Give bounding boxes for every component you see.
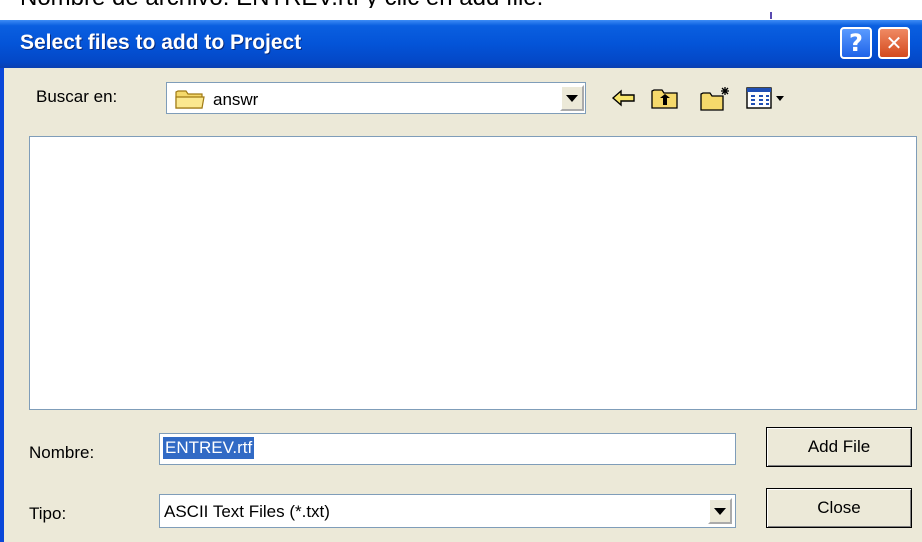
new-folder-icon[interactable] <box>699 86 731 112</box>
look-in-label: Buscar en: <box>36 87 118 106</box>
file-type-combobox[interactable]: ASCII Text Files (*.txt) <box>159 494 736 528</box>
look-in-combobox[interactable]: answr <box>166 82 586 114</box>
file-type-value: ASCII Text Files (*.txt) <box>164 502 330 521</box>
close-icon: ✕ <box>885 31 903 55</box>
folder-icon <box>175 90 205 109</box>
file-name-input[interactable]: ENTREV.rtf <box>159 433 736 465</box>
dialog-title: Select files to add to Project <box>20 31 302 54</box>
file-name-value: ENTREV.rtf <box>163 437 255 459</box>
close-window-button[interactable]: ✕ <box>878 27 910 59</box>
chevron-down-icon <box>714 507 726 515</box>
background-caption-text: Nombre de archivo: ENTREV.rtf y clic en … <box>20 0 780 8</box>
look-in-dropdown-button[interactable] <box>560 85 584 111</box>
close-button[interactable]: Close <box>766 488 912 528</box>
chevron-down-icon <box>566 94 578 102</box>
help-button[interactable]: ? <box>840 27 872 59</box>
file-list-pane[interactable] <box>29 136 917 410</box>
type-label: Tipo: <box>29 504 67 523</box>
look-in-value: answr <box>213 90 259 109</box>
up-folder-icon[interactable] <box>650 86 680 110</box>
help-icon: ? <box>849 29 863 57</box>
background-divider <box>770 12 772 19</box>
title-bar[interactable]: Select files to add to Project ? ✕ <box>0 20 922 68</box>
name-label: Nombre: <box>29 443 95 462</box>
select-files-dialog: Select files to add to Project ? ✕ Busca… <box>0 20 922 542</box>
file-type-dropdown-button[interactable] <box>708 498 732 524</box>
add-file-button[interactable]: Add File <box>766 427 912 467</box>
back-arrow-icon[interactable] <box>610 86 638 110</box>
view-menu-icon[interactable] <box>745 86 787 110</box>
